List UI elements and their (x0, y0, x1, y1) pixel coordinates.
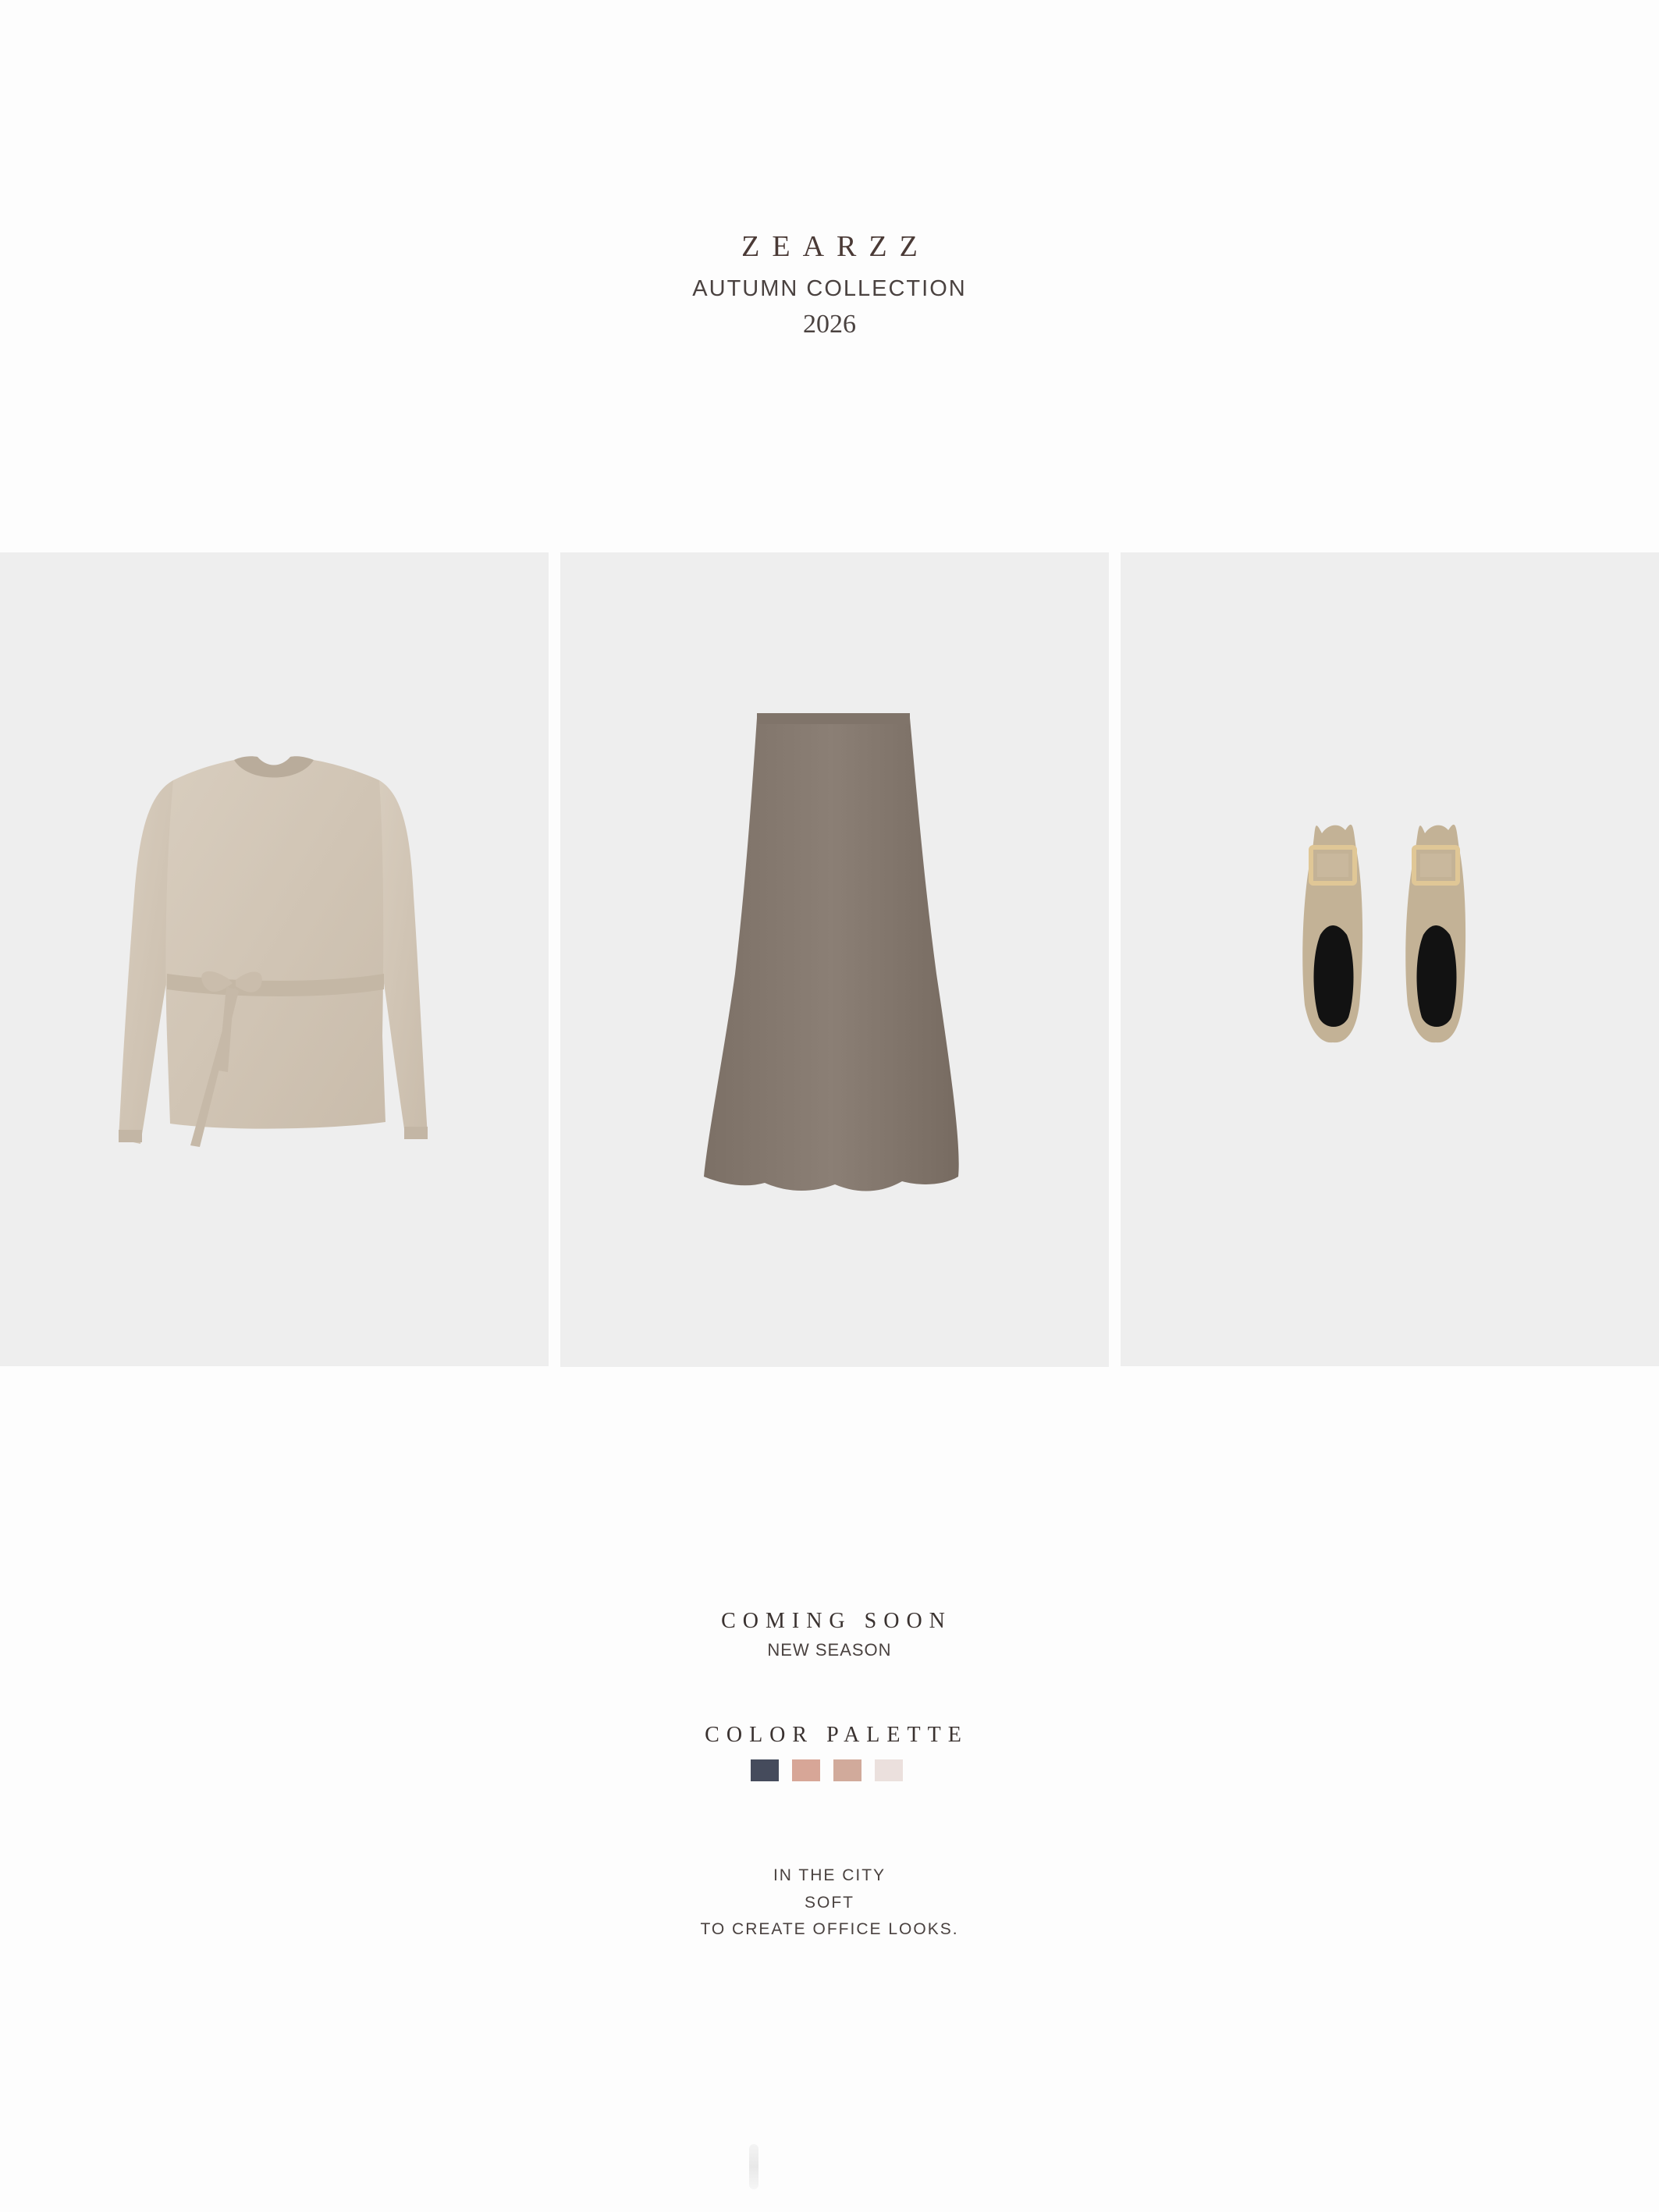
tie-waist-sweater-image (119, 756, 428, 1147)
swatch-rose (792, 1759, 820, 1781)
color-palette-swatches (751, 1759, 915, 1781)
brand-name: ZEARZZ (741, 230, 930, 263)
collection-title: AUTUMN COLLECTION (692, 276, 967, 301)
tagline-line-2: SOFT (805, 1894, 854, 1912)
collection-year: 2026 (803, 310, 856, 339)
midi-skirt-image (704, 713, 959, 1191)
new-season-subtitle: NEW SEASON (767, 1640, 892, 1660)
swatch-pale-pink (875, 1759, 903, 1781)
collection-header: ZEARZZ AUTUMN COLLECTION 2026 (0, 226, 1659, 342)
tagline-line-1: IN THE CITY (773, 1866, 886, 1884)
swatch-blush (833, 1759, 861, 1781)
color-palette-heading: COLOR PALETTE (705, 1723, 968, 1747)
scroll-indicator (749, 2144, 758, 2189)
product-panel-sweater[interactable] (0, 552, 549, 1366)
product-panel-skirt[interactable] (560, 552, 1109, 1367)
product-panel-flats[interactable] (1121, 552, 1659, 1366)
tagline-line-3: TO CREATE OFFICE LOOKS. (700, 1920, 959, 1938)
coming-soon-heading: COMING SOON (721, 1609, 952, 1633)
product-gallery (0, 552, 1659, 1367)
swatch-navy (751, 1759, 779, 1781)
buckle-flats-image (1302, 824, 1466, 1043)
